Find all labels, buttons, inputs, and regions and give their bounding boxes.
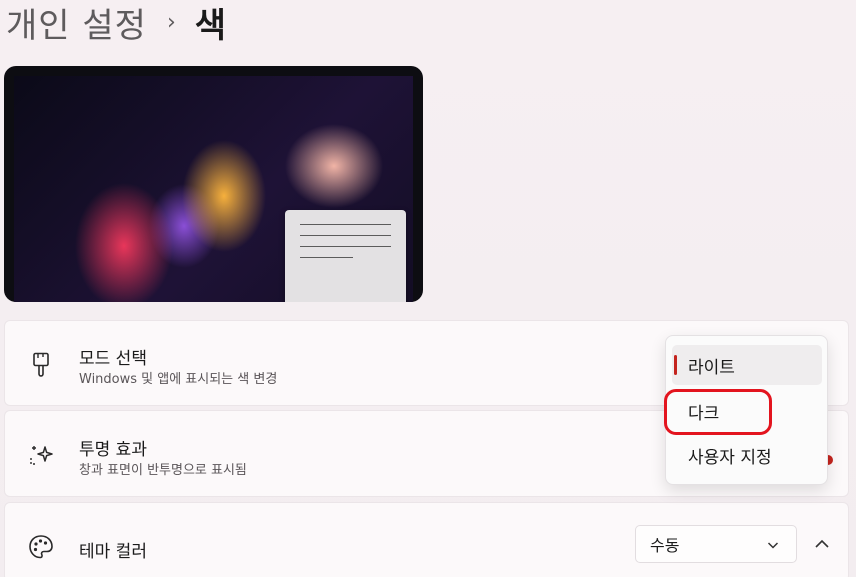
breadcrumb-separator-icon: › [166,9,177,35]
mode-option-light[interactable]: 라이트 [672,345,822,385]
page-title: 색 [194,5,228,46]
chevron-up-icon[interactable] [809,533,835,555]
transparency-title: 투명 효과 [79,440,147,460]
breadcrumb: 개인 설정 › 색 [6,0,228,47]
mode-option-label: 사용자 지정 [688,447,772,468]
sparkle-icon [27,441,55,469]
accent-color-select[interactable]: 수동 [635,525,797,563]
palette-icon [27,533,55,561]
accent-color-select-value: 수동 [650,536,680,555]
mode-title: 모드 선택 [79,349,147,369]
preview-text-line [300,224,391,225]
brush-icon [27,351,55,379]
accent-color-card[interactable]: 테마 컬러 수동 [4,502,849,577]
breadcrumb-parent[interactable]: 개인 설정 [6,0,147,47]
chevron-down-icon [766,537,780,556]
theme-preview [4,66,423,302]
preview-text-line [300,235,391,236]
transparency-subtitle: 창과 표면이 반투명으로 표시됨 [79,463,247,478]
mode-option-custom[interactable]: 사용자 지정 [672,435,822,475]
accent-color-title: 테마 컬러 [79,542,147,562]
selected-indicator [674,355,677,375]
highlight-annotation [664,389,772,435]
mode-option-label: 라이트 [688,357,735,378]
preview-text-line [300,257,353,258]
preview-text-line [300,246,391,247]
preview-window [285,210,406,302]
mode-subtitle: Windows 및 앱에 표시되는 색 변경 [79,372,278,387]
